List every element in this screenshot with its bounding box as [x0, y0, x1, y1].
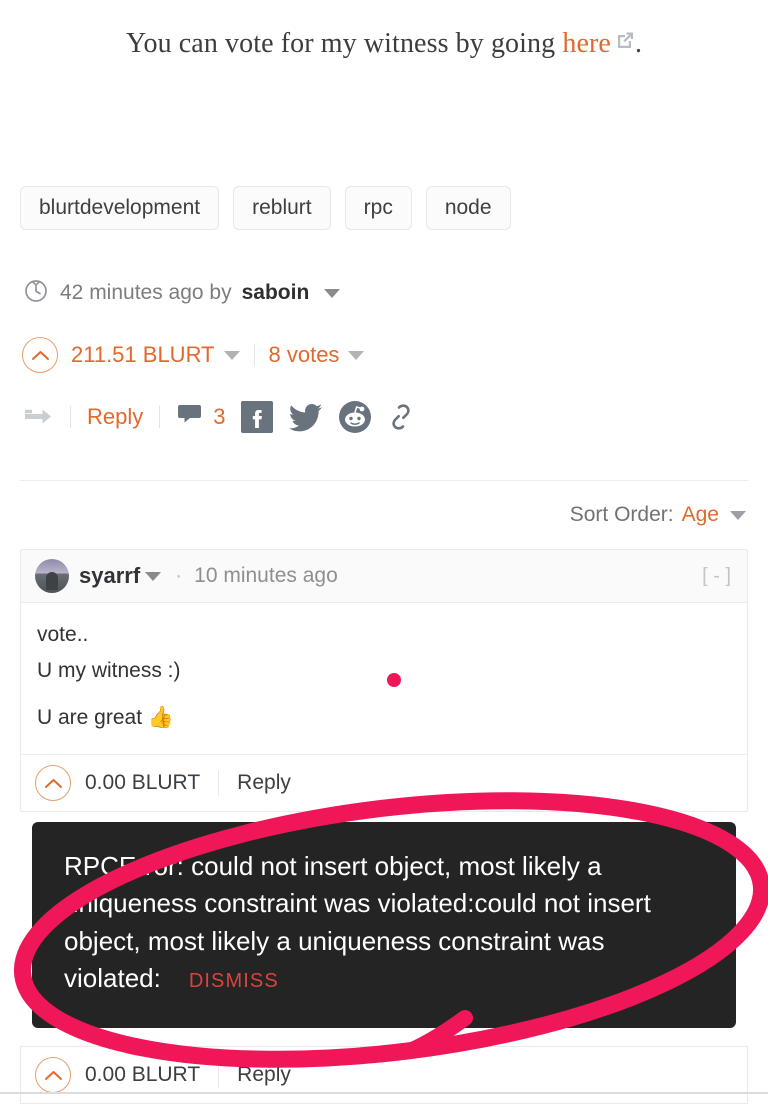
divider — [253, 344, 255, 366]
comment-payout[interactable]: 0.00 BLURT — [85, 771, 200, 795]
payout-chevron-down-icon[interactable] — [223, 350, 240, 360]
post-body-text: You can vote for my witness by going her… — [0, 0, 768, 60]
chevron-down-icon[interactable] — [324, 288, 341, 298]
here-link[interactable]: here — [562, 28, 611, 59]
toast-message: RPCError: could not insert object, most … — [64, 851, 651, 994]
tag-list: blurtdevelopment reblurt rpc node — [20, 186, 511, 230]
comment-upvote-button[interactable] — [35, 765, 71, 802]
clock-icon — [22, 276, 50, 310]
divider — [159, 406, 161, 428]
votes-chevron-down-icon[interactable] — [348, 350, 365, 360]
post-timestamp: 42 minutes ago by — [60, 281, 232, 304]
error-toast: RPCError: could not insert object, most … — [32, 822, 736, 1028]
twitter-icon[interactable] — [288, 401, 324, 433]
tag-blurtdevelopment[interactable]: blurtdevelopment — [20, 186, 220, 230]
reddit-icon[interactable] — [338, 400, 372, 434]
upvote-button[interactable] — [22, 337, 58, 373]
comment-line-2: U my witness :) — [37, 659, 181, 683]
comment-reply-button-2[interactable]: Reply — [237, 1063, 291, 1087]
comment-payout-2[interactable]: 0.00 BLURT — [85, 1063, 200, 1087]
upvote-chevron-icon — [44, 1070, 62, 1080]
sort-order-label: Sort Order: — [569, 503, 674, 526]
comment-count: 3 — [213, 404, 226, 429]
reply-button[interactable]: Reply — [87, 404, 143, 430]
upvote-chevron-icon — [44, 778, 62, 788]
tag-reblurt[interactable]: reblurt — [233, 186, 331, 230]
chevron-down-icon[interactable] — [145, 571, 162, 581]
post-author[interactable]: saboin — [242, 281, 310, 305]
payout-row: 211.51 BLURT 8 votes — [22, 337, 365, 373]
facebook-icon[interactable] — [240, 400, 274, 434]
sort-order-control[interactable]: Sort Order: Age — [570, 503, 746, 527]
sort-order-value[interactable]: Age — [682, 503, 719, 527]
divider — [218, 1062, 220, 1088]
section-divider — [20, 480, 748, 481]
comment-upvote-button-2[interactable] — [35, 1057, 71, 1093]
divider — [70, 406, 71, 428]
comment-footer: 0.00 BLURT Reply — [21, 754, 747, 811]
payout-amount[interactable]: 211.51 BLURT — [71, 342, 215, 368]
post-sentence-end: . — [634, 28, 643, 59]
comment-header: syarrf · 10 minutes ago [ - ] — [21, 550, 747, 603]
separator-dot: · — [175, 564, 183, 587]
comment-author[interactable]: syarrf — [79, 563, 140, 589]
comment-line-1: vote.. — [37, 623, 89, 646]
comment-reply-button[interactable]: Reply — [237, 771, 291, 795]
post-sentence-start: You can vote for my witness by going — [125, 28, 563, 59]
comment-line-3: U are great 👍 — [37, 706, 175, 730]
tag-rpc[interactable]: rpc — [344, 186, 412, 230]
avatar[interactable] — [35, 559, 69, 593]
chevron-down-icon[interactable] — [730, 510, 746, 520]
collapse-toggle[interactable]: [ - ] — [702, 565, 731, 588]
comment-footer-2: 0.00 BLURT Reply — [21, 1047, 747, 1103]
external-link-icon — [615, 26, 635, 58]
comment-body: vote.. U my witness :) U are great 👍 — [21, 603, 747, 754]
upvote-chevron-icon — [31, 350, 49, 360]
comment-bubble-icon[interactable] — [174, 400, 204, 434]
comment-timestamp: 10 minutes ago — [194, 564, 338, 587]
link-chain-icon[interactable] — [386, 401, 416, 433]
vote-count[interactable]: 8 votes — [269, 342, 340, 368]
comment-card-2: 0.00 BLURT Reply — [20, 1046, 748, 1104]
post-meta: 42 minutes ago by saboin — [22, 276, 341, 310]
reblog-arrow-icon[interactable] — [22, 401, 56, 433]
divider — [218, 770, 220, 797]
tag-node[interactable]: node — [425, 186, 511, 230]
post-action-bar: Reply 3 — [22, 400, 416, 434]
comment-card: syarrf · 10 minutes ago [ - ] vote.. U m… — [20, 549, 748, 813]
dismiss-button[interactable]: DISMISS — [189, 970, 279, 992]
